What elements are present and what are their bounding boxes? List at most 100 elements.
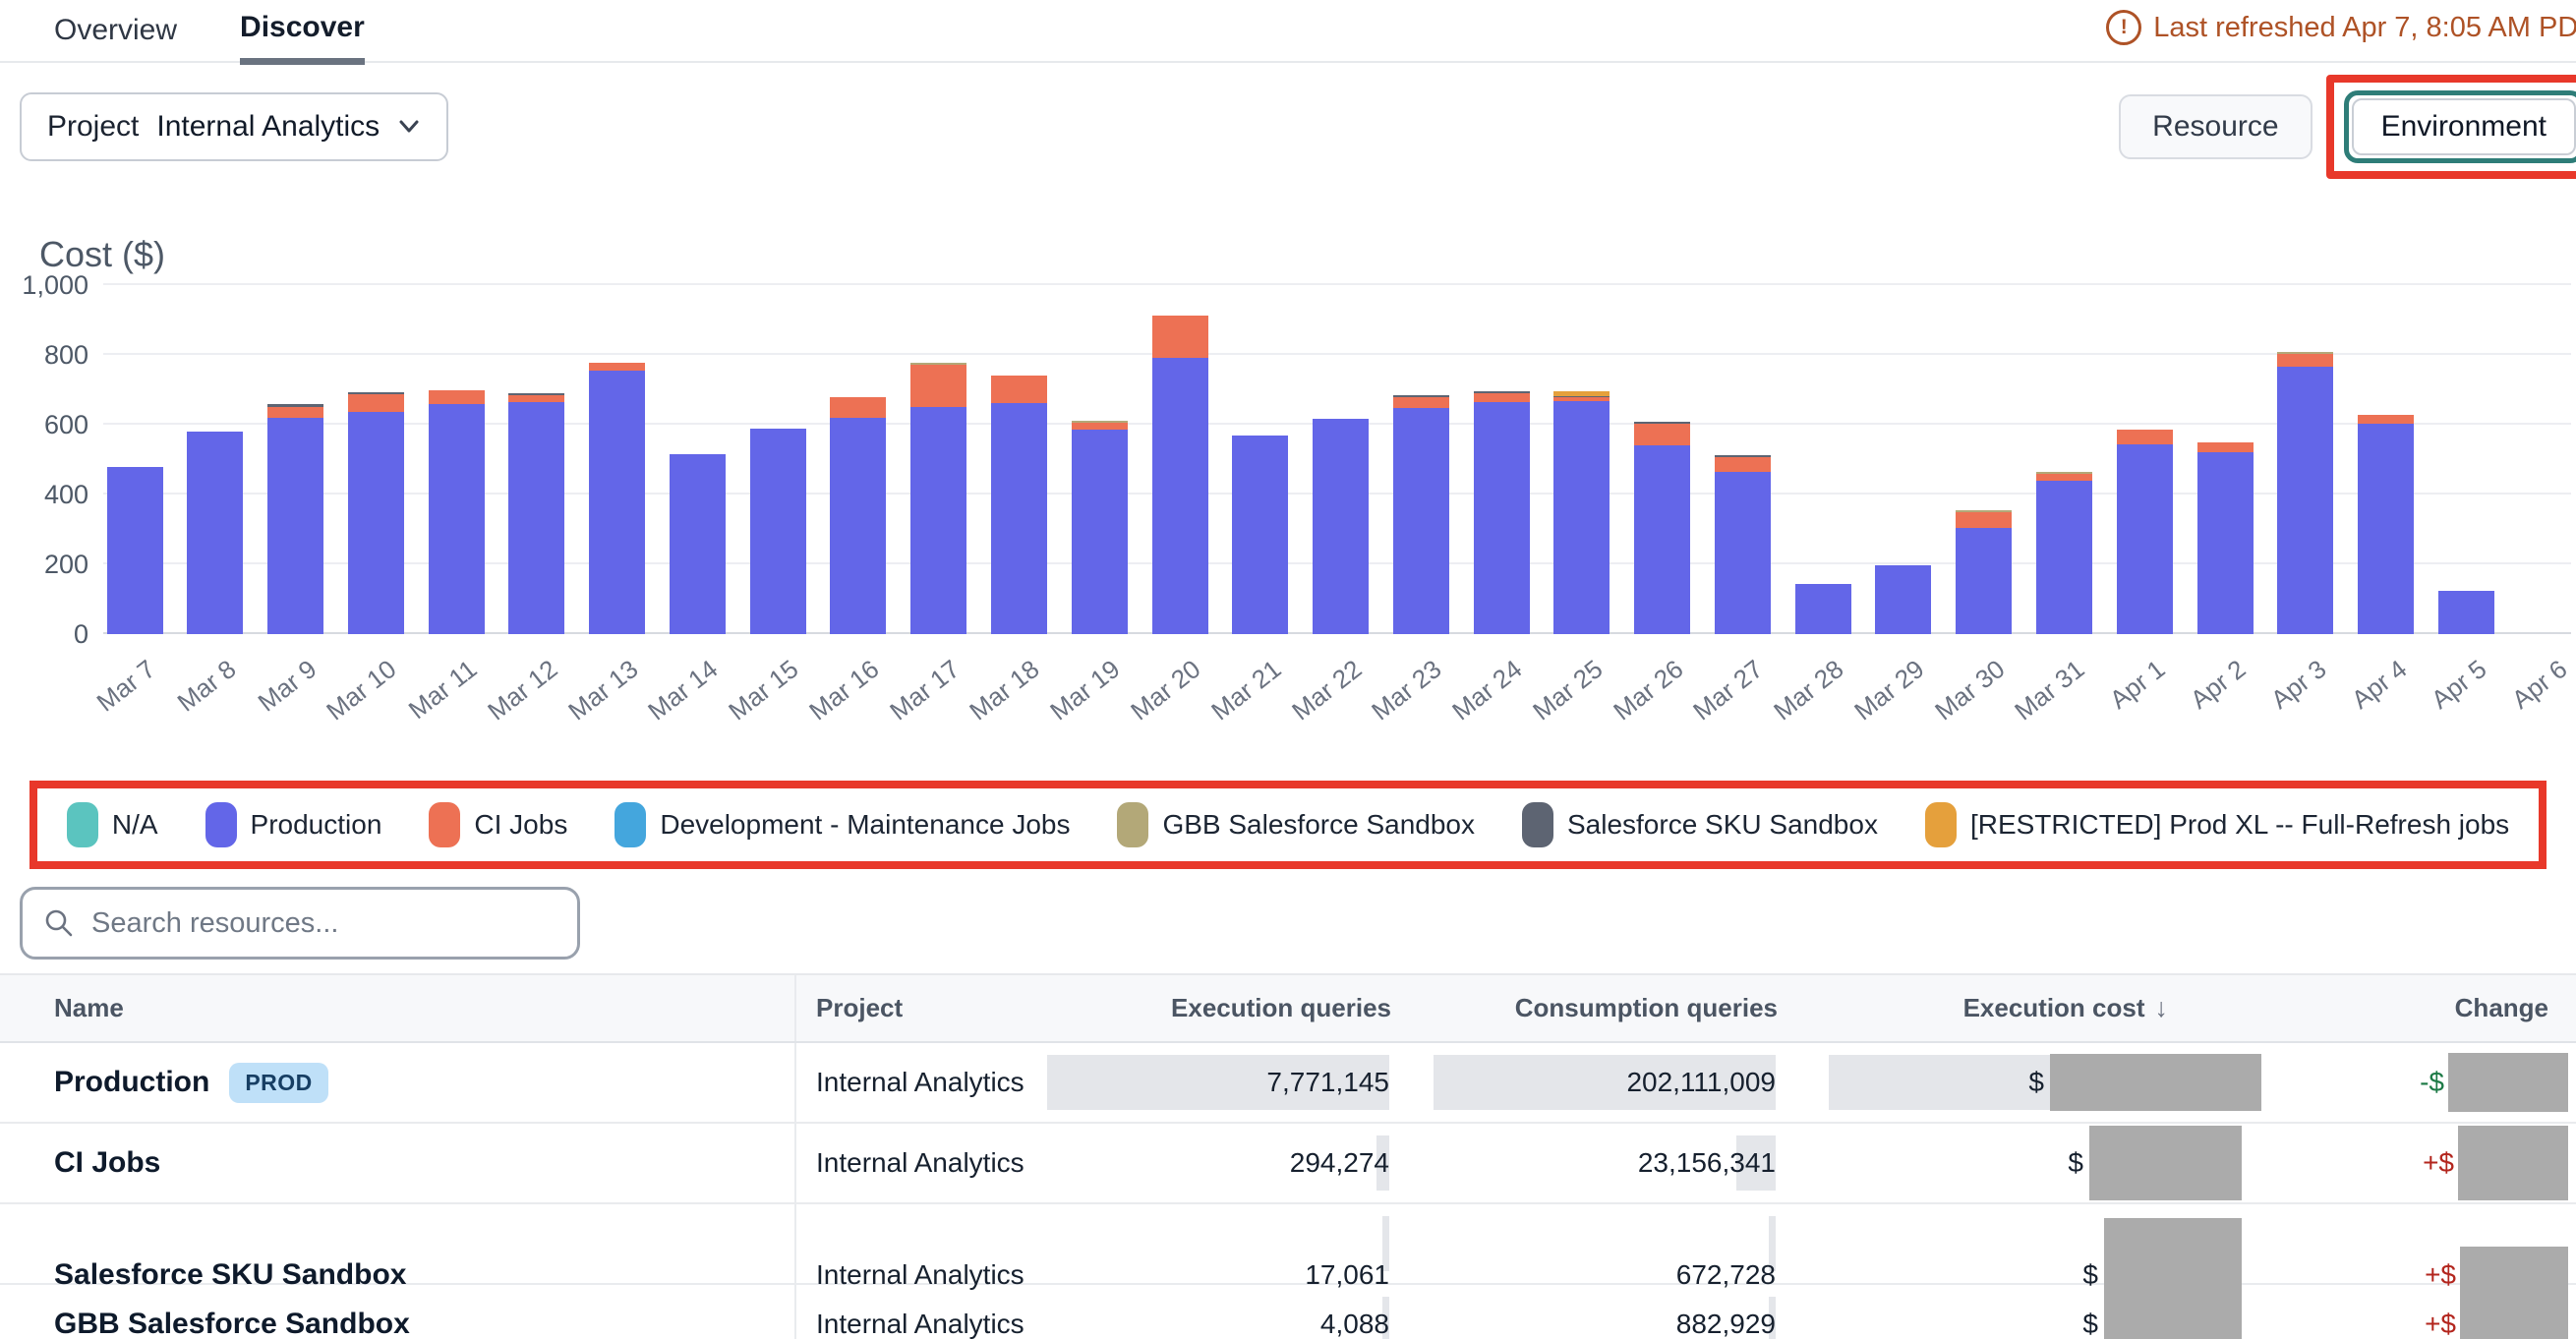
bar-segment-production[interactable] (429, 404, 485, 634)
bar-segment-production[interactable] (1152, 358, 1208, 634)
bar-segment-ci-jobs[interactable] (1072, 423, 1128, 430)
col-header-execution-cost[interactable]: Execution cost ↓ (1778, 975, 2261, 1041)
project-cell: Internal Analytics (796, 1285, 1136, 1339)
bar-segment-ci-jobs[interactable] (2277, 354, 2333, 367)
bar-segment-gbb-salesforce-sandbox[interactable] (2036, 472, 2092, 474)
bar-segment-production[interactable] (1393, 408, 1449, 634)
table-row[interactable]: CI JobsInternal Analytics294,27423,156,3… (0, 1124, 2576, 1204)
bar-segment-ci-jobs[interactable] (1474, 393, 1530, 402)
search-box[interactable] (20, 887, 580, 960)
bar-segment-production[interactable] (1072, 430, 1128, 634)
bar-segment-production[interactable] (2277, 367, 2333, 634)
bar-segment-ci-jobs[interactable] (589, 363, 645, 371)
resource-button[interactable]: Resource (2119, 94, 2312, 159)
y-axis-tick: 1,000 (0, 270, 88, 301)
bar-segment-ci-jobs[interactable] (2036, 474, 2092, 481)
bar-segment-production[interactable] (1634, 445, 1690, 634)
bar-segment-production[interactable] (267, 418, 323, 634)
cost-bar-chart: Mar 7Mar 8Mar 9Mar 10Mar 11Mar 12Mar 13M… (0, 285, 2576, 755)
bar-segment-ci-jobs[interactable] (1393, 397, 1449, 408)
prod-badge: PROD (229, 1063, 327, 1103)
table-row[interactable]: ProductionPRODInternal Analytics7,771,14… (0, 1043, 2576, 1124)
tab-overview[interactable]: Overview (54, 14, 177, 61)
legend-item[interactable]: N/A (67, 802, 158, 847)
bar-segment-production[interactable] (508, 402, 564, 634)
bar-segment-ci-jobs[interactable] (2117, 430, 2173, 444)
col-header-execution-queries[interactable]: Execution queries (1136, 975, 1391, 1041)
bar-segment-production[interactable] (991, 403, 1047, 634)
cell-value: 202,111,009 (1626, 1067, 1776, 1098)
consumption-queries-cell: 202,111,009 (1391, 1043, 1778, 1122)
bar-segment-ci-jobs[interactable] (1715, 457, 1771, 472)
bar-segment-production[interactable] (750, 429, 806, 634)
col-header-name[interactable]: Name (0, 975, 796, 1041)
legend-item[interactable]: CI Jobs (429, 802, 567, 847)
col-header-consumption-queries[interactable]: Consumption queries (1391, 975, 1778, 1041)
bar-segment-salesforce-sku-sandbox[interactable] (1715, 455, 1771, 457)
bar-segment-ci-jobs[interactable] (508, 395, 564, 402)
bar-segment-ci-jobs[interactable] (1152, 316, 1208, 358)
legend-item[interactable]: GBB Salesforce Sandbox (1117, 802, 1475, 847)
bar-segment-gbb-salesforce-sandbox[interactable] (1956, 510, 2012, 512)
bar-segment-ci-jobs[interactable] (991, 376, 1047, 403)
legend-item[interactable]: Salesforce SKU Sandbox (1522, 802, 1878, 847)
bar-segment-ci-jobs[interactable] (267, 407, 323, 418)
search-icon (44, 908, 74, 938)
bar-segment-production[interactable] (1715, 472, 1771, 634)
bar-segment-production[interactable] (1474, 402, 1530, 634)
y-axis-tick: 800 (0, 340, 88, 371)
bar-segment-ci-jobs[interactable] (348, 394, 404, 412)
bar-segment-ci-jobs[interactable] (910, 365, 966, 407)
warning-icon: ! (2106, 10, 2141, 45)
search-input[interactable] (89, 906, 556, 941)
bar-segment-production[interactable] (107, 467, 163, 634)
bar-segment-gbb-salesforce-sandbox[interactable] (2277, 352, 2333, 354)
bar-segment-ci-jobs[interactable] (830, 397, 886, 418)
bar-segment--restricted-prod-xl-full-refresh-jobs[interactable] (1553, 391, 1610, 396)
redacted-value (2448, 1053, 2568, 1112)
bar-segment-production[interactable] (910, 407, 966, 634)
bar-segment-production[interactable] (1553, 401, 1610, 634)
bar-segment-gbb-salesforce-sandbox[interactable] (910, 363, 966, 365)
table-row[interactable]: Salesforce SKU SandboxInternal Analytics… (0, 1204, 2576, 1285)
bar-segment-ci-jobs[interactable] (1553, 397, 1610, 401)
legend-item[interactable]: [RESTRICTED] Prod XL -- Full-Refresh job… (1925, 802, 2509, 847)
legend-item[interactable]: Development - Maintenance Jobs (615, 802, 1070, 847)
bar-segment-ci-jobs[interactable] (1634, 424, 1690, 446)
bar-segment-salesforce-sku-sandbox[interactable] (267, 404, 323, 406)
bar-segment-production[interactable] (348, 412, 404, 634)
bar-segment-salesforce-sku-sandbox[interactable] (508, 393, 564, 395)
bar-segment-production[interactable] (670, 454, 726, 634)
bar-segment-salesforce-sku-sandbox[interactable] (348, 392, 404, 394)
bar-segment-gbb-salesforce-sandbox[interactable] (1072, 421, 1128, 423)
bar-segment-ci-jobs[interactable] (429, 390, 485, 404)
project-filter-dropdown[interactable]: Project Internal Analytics (20, 92, 448, 161)
bar-segment-production[interactable] (1313, 419, 1369, 634)
bar-segment-salesforce-sku-sandbox[interactable] (1474, 391, 1530, 393)
bar-segment-production[interactable] (1875, 565, 1931, 634)
col-header-project[interactable]: Project (796, 975, 1136, 1041)
environment-button[interactable]: Environment (2352, 98, 2576, 155)
bar-segment-ci-jobs[interactable] (2197, 442, 2254, 452)
bar-segment-production[interactable] (1232, 436, 1288, 634)
legend-label: GBB Salesforce Sandbox (1162, 809, 1475, 841)
bar-segment-salesforce-sku-sandbox[interactable] (1393, 395, 1449, 397)
bar-segment-production[interactable] (2358, 424, 2414, 634)
bar-segment-production[interactable] (589, 371, 645, 634)
bar-segment-ci-jobs[interactable] (2358, 415, 2414, 424)
bar-segment-production[interactable] (187, 432, 243, 634)
bar-segment-production[interactable] (2117, 444, 2173, 634)
environment-selected-ring: Environment (2344, 90, 2576, 163)
bar-segment-salesforce-sku-sandbox[interactable] (1634, 422, 1690, 424)
bar-segment-production[interactable] (2036, 481, 2092, 634)
tab-discover[interactable]: Discover (240, 11, 365, 65)
col-header-change[interactable]: Change (2261, 975, 2576, 1041)
resource-name-cell: ProductionPROD (0, 1043, 796, 1122)
bar-segment-ci-jobs[interactable] (1956, 512, 2012, 528)
bar-segment-production[interactable] (2197, 452, 2254, 634)
bar-segment-production[interactable] (2438, 591, 2494, 634)
bar-segment-production[interactable] (1956, 528, 2012, 634)
legend-item[interactable]: Production (205, 802, 382, 847)
bar-segment-production[interactable] (830, 418, 886, 634)
bar-segment-production[interactable] (1795, 584, 1851, 634)
